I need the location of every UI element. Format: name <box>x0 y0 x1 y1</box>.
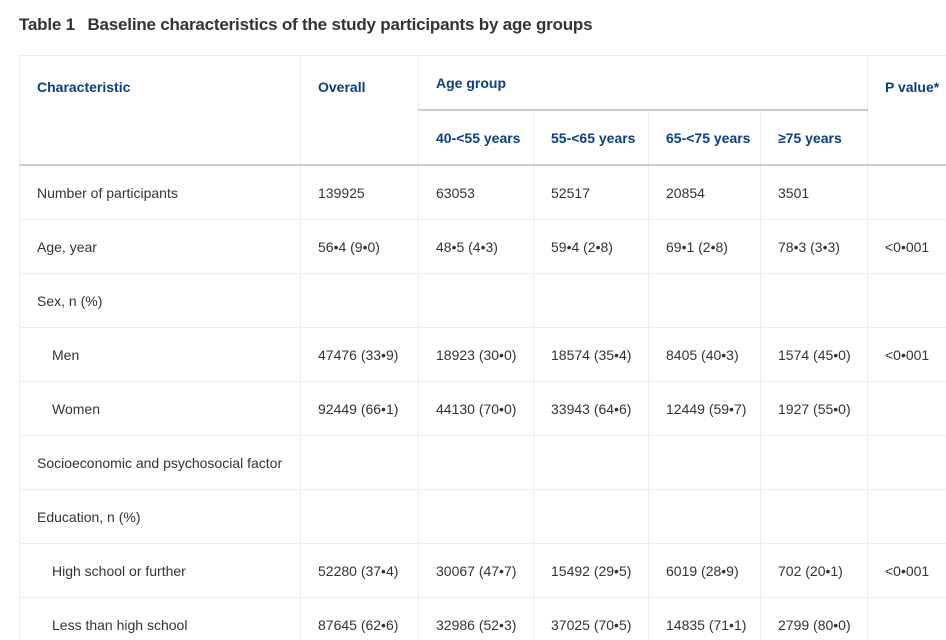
row-label: Education, n (%) <box>19 489 301 544</box>
cell-age-group: 18923 (30•0) <box>418 327 534 382</box>
cell-age-group: 702 (20•1) <box>760 543 868 598</box>
cell-p-value <box>867 435 946 490</box>
cell-age-group <box>418 435 534 490</box>
cell-age-group <box>648 489 761 544</box>
header-age-band: 55-<65 years <box>533 110 649 166</box>
table-title: Baseline characteristics of the study pa… <box>87 15 593 34</box>
table-header: Characteristic Overall Age group P value… <box>19 55 946 166</box>
cell-age-group: 37025 (70•5) <box>533 597 649 640</box>
row-label: Less than high school <box>19 597 301 640</box>
cell-overall <box>300 273 419 328</box>
header-age-group: Age group <box>418 55 868 111</box>
cell-age-group <box>648 273 761 328</box>
cell-age-group: 12449 (59•7) <box>648 381 761 436</box>
cell-age-group: 8405 (40•3) <box>648 327 761 382</box>
cell-overall: 56•4 (9•0) <box>300 219 419 274</box>
cell-overall: 87645 (62•6) <box>300 597 419 640</box>
cell-p-value <box>867 489 946 544</box>
table-row: Sex, n (%) <box>19 273 946 328</box>
cell-age-group: 15492 (29•5) <box>533 543 649 598</box>
header-overall: Overall <box>300 55 419 166</box>
row-label: Women <box>19 381 301 436</box>
table-row: Number of participants 139925 63053 52517 20… <box>19 165 946 220</box>
table-row: Socioeconomic and psychosocial factor <box>19 435 946 490</box>
cell-age-group <box>533 435 649 490</box>
cell-overall <box>300 435 419 490</box>
table-row: Men 47476 (33•9) 18923 (30•0) 18574 (35•4) 8… <box>19 327 946 382</box>
cell-age-group: 32986 (52•3) <box>418 597 534 640</box>
cell-age-group: 63053 <box>418 165 534 220</box>
header-age-band: ≥75 years <box>760 110 868 166</box>
cell-age-group: 30067 (47•7) <box>418 543 534 598</box>
row-label: Men <box>19 327 301 382</box>
cell-p-value <box>867 273 946 328</box>
cell-age-group <box>648 435 761 490</box>
cell-age-group: 52517 <box>533 165 649 220</box>
baseline-characteristics-table: Characteristic Overall Age group P value… <box>19 55 946 640</box>
cell-overall: 47476 (33•9) <box>300 327 419 382</box>
cell-age-group: 59•4 (2•8) <box>533 219 649 274</box>
cell-age-group <box>760 489 868 544</box>
cell-overall: 92449 (66•1) <box>300 381 419 436</box>
cell-overall: 139925 <box>300 165 419 220</box>
header-p-value: P value* <box>867 55 946 166</box>
cell-age-group <box>533 273 649 328</box>
cell-age-group: 69•1 (2•8) <box>648 219 761 274</box>
cell-age-group: 18574 (35•4) <box>533 327 649 382</box>
page: Table 1 Baseline characteristics of the … <box>0 0 946 640</box>
cell-p-value <box>867 381 946 436</box>
row-label: Socioeconomic and psychosocial factor <box>19 435 301 490</box>
cell-age-group <box>760 273 868 328</box>
table-body: Number of participants 139925 63053 52517 20… <box>19 165 946 640</box>
cell-age-group: 44130 (70•0) <box>418 381 534 436</box>
table-caption: Table 1 Baseline characteristics of the … <box>19 15 593 35</box>
cell-age-group: 3501 <box>760 165 868 220</box>
cell-age-group: 1927 (55•0) <box>760 381 868 436</box>
cell-p-value: <0•001 <box>867 219 946 274</box>
table-row: High school or further 52280 (37•4) 30067 … <box>19 543 946 598</box>
table-row: Education, n (%) <box>19 489 946 544</box>
cell-p-value: <0•001 <box>867 327 946 382</box>
cell-age-group: 1574 (45•0) <box>760 327 868 382</box>
cell-age-group <box>760 435 868 490</box>
cell-age-group: 20854 <box>648 165 761 220</box>
cell-age-group: 48•5 (4•3) <box>418 219 534 274</box>
table-number: Table 1 <box>19 15 75 34</box>
table-row: Women 92449 (66•1) 44130 (70•0) 33943 (64•6… <box>19 381 946 436</box>
header-characteristic: Characteristic <box>19 55 301 166</box>
table-row: Less than high school 87645 (62•6) 32986 (… <box>19 597 946 640</box>
cell-overall <box>300 489 419 544</box>
cell-age-group: 33943 (64•6) <box>533 381 649 436</box>
cell-p-value <box>867 597 946 640</box>
row-label: High school or further <box>19 543 301 598</box>
cell-age-group: 78•3 (3•3) <box>760 219 868 274</box>
cell-overall: 52280 (37•4) <box>300 543 419 598</box>
cell-age-group <box>533 489 649 544</box>
header-age-band: 40-<55 years <box>418 110 534 166</box>
row-label: Number of participants <box>19 165 301 220</box>
cell-p-value <box>867 165 946 220</box>
cell-age-group <box>418 489 534 544</box>
cell-age-group: 14835 (71•1) <box>648 597 761 640</box>
cell-age-group: 2799 (80•0) <box>760 597 868 640</box>
cell-p-value: <0•001 <box>867 543 946 598</box>
header-age-band: 65-<75 years <box>648 110 761 166</box>
header-row: Characteristic Overall Age group P value… <box>19 55 946 166</box>
table-row: Age, year 56•4 (9•0) 48•5 (4•3) 59•4 (2•8) 6… <box>19 219 946 274</box>
row-label: Age, year <box>19 219 301 274</box>
cell-age-group: 6019 (28•9) <box>648 543 761 598</box>
cell-age-group <box>418 273 534 328</box>
row-label: Sex, n (%) <box>19 273 301 328</box>
